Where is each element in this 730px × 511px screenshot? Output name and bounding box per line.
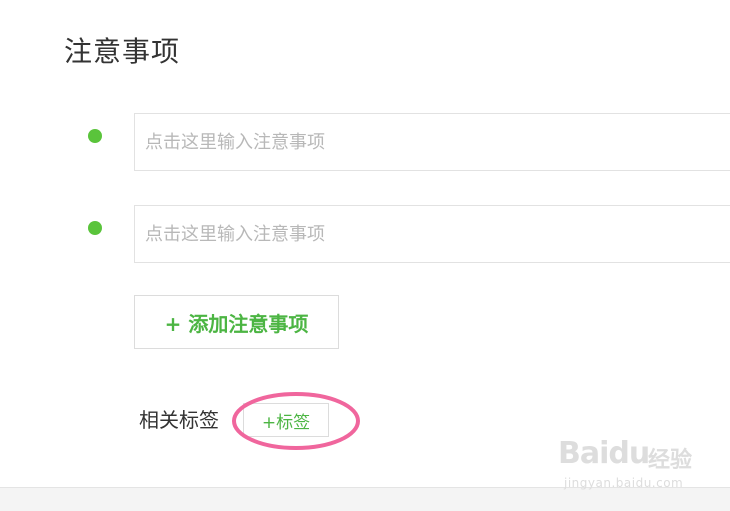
note-row xyxy=(0,113,730,171)
watermark-logo: Baidu xyxy=(558,436,650,471)
watermark-jingyan: 经验 xyxy=(648,448,693,473)
bottom-divider-strip xyxy=(0,487,730,511)
add-tag-button[interactable]: +标签 xyxy=(243,403,329,437)
add-note-button[interactable]: + 添加注意事项 xyxy=(134,295,339,349)
note-input-2[interactable] xyxy=(134,205,730,263)
tags-label: 相关标签 xyxy=(139,408,219,432)
section-title: 注意事项 xyxy=(64,35,181,68)
bullet-dot-icon xyxy=(88,221,102,235)
note-row xyxy=(0,205,730,263)
bullet-dot-icon xyxy=(88,129,102,143)
note-input-1[interactable] xyxy=(134,113,730,171)
